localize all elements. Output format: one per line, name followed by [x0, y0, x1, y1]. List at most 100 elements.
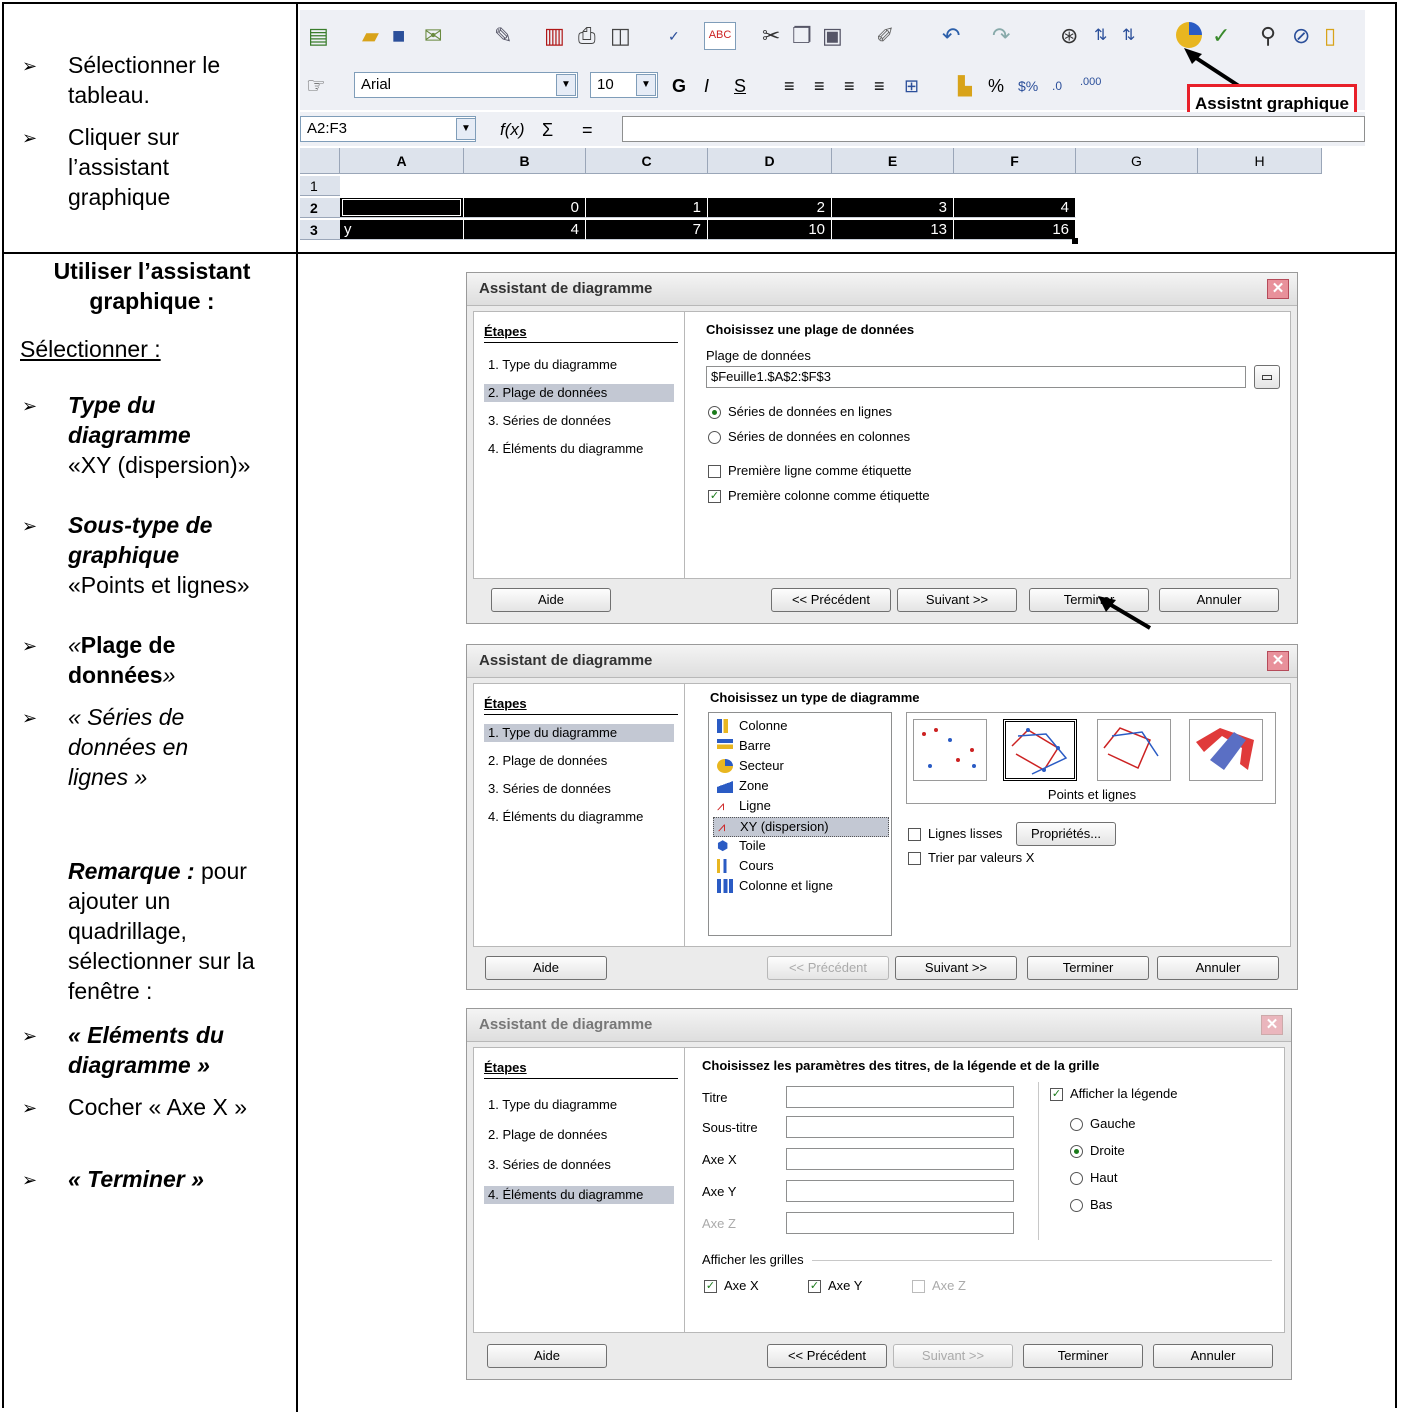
title-input[interactable]	[786, 1086, 1014, 1108]
previous-button[interactable]: << Précédent	[767, 956, 889, 980]
open-folder-icon[interactable]: ▰	[362, 24, 379, 48]
table-cell[interactable]: 0	[464, 198, 586, 218]
help-button[interactable]: Aide	[491, 588, 611, 612]
step-item[interactable]: 4. Éléments du diagramme	[484, 808, 674, 826]
grid-z-checkbox[interactable]	[912, 1280, 925, 1293]
gallery-icon[interactable]: ▯	[1324, 24, 1336, 48]
export-pdf-icon[interactable]: ▥	[544, 24, 565, 48]
next-button[interactable]: Suivant >>	[897, 588, 1017, 612]
sum-button[interactable]: Σ	[542, 118, 553, 142]
help-button[interactable]: Aide	[485, 956, 607, 980]
previous-button[interactable]: << Précédent	[767, 1344, 887, 1368]
standard-format-icon[interactable]: $%	[1018, 74, 1038, 98]
clone-format-icon[interactable]: ✐	[876, 24, 894, 48]
find-replace-icon[interactable]: ⚲	[1260, 24, 1276, 48]
lines-only-thumbnail[interactable]	[1097, 719, 1171, 781]
copy-icon[interactable]: ❐	[792, 24, 812, 48]
close-icon[interactable]: ✕	[1261, 1015, 1283, 1035]
list-item[interactable]: ⩘ XY (dispersion)	[713, 817, 889, 837]
function-button[interactable]: =	[582, 118, 593, 142]
step-item[interactable]: 4. Éléments du diagramme	[484, 1186, 674, 1204]
close-icon[interactable]: ✕	[1267, 651, 1289, 671]
first-column-checkbox[interactable]: ✓	[708, 490, 721, 503]
underline-button[interactable]: S	[734, 74, 746, 98]
table-cell[interactable]: 3	[832, 198, 954, 218]
list-item[interactable]: Zone	[713, 777, 889, 795]
undo-icon[interactable]: ↶	[942, 24, 960, 48]
cut-icon[interactable]: ✂	[762, 24, 780, 48]
step-item[interactable]: 3. Séries de données	[484, 412, 674, 430]
column-header[interactable]: A	[340, 148, 464, 174]
edit-file-icon[interactable]: ✎	[494, 24, 512, 48]
add-decimal-icon[interactable]: .0	[1052, 74, 1062, 98]
step-item[interactable]: 4. Éléments du diagramme	[484, 440, 674, 458]
axis-z-input[interactable]	[786, 1212, 1014, 1234]
navigator-icon[interactable]: ⊘	[1292, 24, 1310, 48]
radio-series-columns[interactable]	[708, 431, 721, 444]
cancel-button[interactable]: Annuler	[1153, 1344, 1273, 1368]
list-item[interactable]: ⩘ Ligne	[713, 797, 889, 815]
step-item[interactable]: 1. Type du diagramme	[484, 724, 674, 742]
points-lines-thumbnail[interactable]	[1003, 719, 1077, 781]
column-header[interactable]: H	[1198, 148, 1322, 174]
new-document-icon[interactable]: ▤	[308, 24, 329, 48]
chevron-down-icon[interactable]: ▼	[636, 74, 656, 96]
step-item[interactable]: 3. Séries de données	[484, 780, 674, 798]
save-icon[interactable]: ■	[392, 24, 405, 48]
name-box[interactable]: A2:F3	[300, 116, 476, 142]
list-item[interactable]: ⬢ Toile	[713, 837, 889, 855]
list-item[interactable]: Barre	[713, 737, 889, 755]
legend-top-radio[interactable]	[1070, 1172, 1083, 1185]
table-cell[interactable]: 10	[708, 220, 832, 240]
align-right-icon[interactable]: ≡	[844, 74, 855, 98]
autospell-icon[interactable]: ABC	[704, 22, 736, 50]
table-cell[interactable]: 2	[708, 198, 832, 218]
close-icon[interactable]: ✕	[1267, 279, 1289, 299]
show-legend-checkbox[interactable]: ✓	[1050, 1088, 1063, 1101]
legend-bottom-radio[interactable]	[1070, 1199, 1083, 1212]
3d-lines-thumbnail[interactable]	[1189, 719, 1263, 781]
subtitle-input[interactable]	[786, 1116, 1014, 1138]
table-cell[interactable]	[340, 198, 464, 218]
axis-x-input[interactable]	[786, 1148, 1014, 1170]
step-item[interactable]: 3. Séries de données	[484, 1156, 674, 1174]
step-item[interactable]: 1. Type du diagramme	[484, 356, 674, 374]
next-button[interactable]: Suivant >>	[895, 956, 1017, 980]
column-header[interactable]: D	[708, 148, 832, 174]
table-cell[interactable]: y	[340, 220, 464, 240]
range-input[interactable]: $Feuille1.$A$2:$F$3	[706, 366, 1246, 388]
function-wizard-button[interactable]: f(x)	[500, 118, 525, 142]
styles-icon[interactable]: ☞	[306, 74, 326, 98]
table-cell[interactable]: 1	[586, 198, 708, 218]
list-item[interactable]: Secteur	[713, 757, 889, 775]
legend-left-radio[interactable]	[1070, 1118, 1083, 1131]
finish-button[interactable]: Terminer	[1023, 1344, 1143, 1368]
fill-handle[interactable]	[1072, 238, 1078, 244]
smooth-lines-checkbox[interactable]	[908, 828, 921, 841]
row-header[interactable]: 3	[300, 220, 340, 240]
grid-y-checkbox[interactable]: ✓	[808, 1280, 821, 1293]
paste-icon[interactable]: ▣	[822, 24, 843, 48]
corner-cell[interactable]	[300, 148, 340, 174]
legend-right-radio[interactable]	[1070, 1145, 1083, 1158]
step-item[interactable]: 2. Plage de données	[484, 1126, 674, 1144]
points-only-thumbnail[interactable]	[913, 719, 987, 781]
hyperlink-icon[interactable]: ⊛	[1060, 24, 1078, 48]
grid-x-checkbox[interactable]: ✓	[704, 1280, 717, 1293]
chevron-down-icon[interactable]: ▼	[556, 74, 576, 96]
step-item[interactable]: 2. Plage de données	[484, 752, 674, 770]
column-header[interactable]: G	[1076, 148, 1198, 174]
print-icon[interactable]: ⎙	[578, 24, 596, 48]
cancel-button[interactable]: Annuler	[1159, 588, 1279, 612]
finish-button[interactable]: Terminer	[1027, 956, 1149, 980]
print-preview-icon[interactable]: ◫	[610, 24, 631, 48]
previous-button[interactable]: << Précédent	[771, 588, 891, 612]
delete-decimal-icon[interactable]: .000	[1080, 70, 1101, 94]
align-center-icon[interactable]: ≡	[814, 74, 825, 98]
justify-icon[interactable]: ≡	[874, 74, 885, 98]
table-cell[interactable]: 16	[954, 220, 1076, 240]
column-header[interactable]: F	[954, 148, 1076, 174]
cancel-button[interactable]: Annuler	[1157, 956, 1279, 980]
list-item[interactable]: Colonne	[713, 717, 889, 735]
redo-icon[interactable]: ↷	[992, 24, 1010, 48]
